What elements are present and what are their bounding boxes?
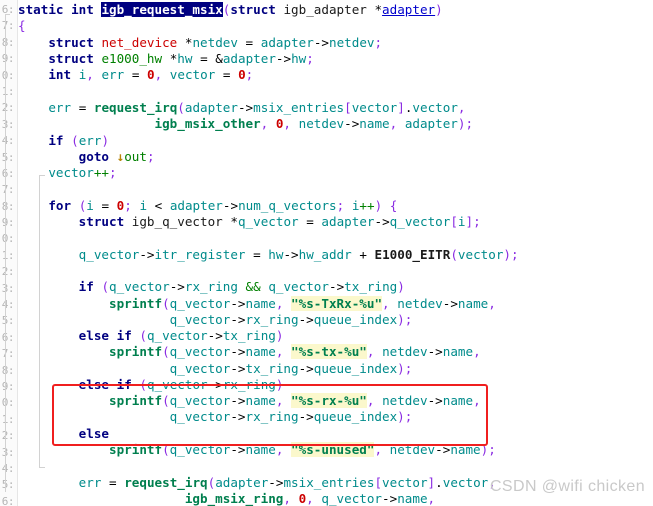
gutter-line-number: 5:: [1, 478, 15, 492]
gutter-line-number: 0:: [1, 232, 15, 246]
gutter-line-number: 5:: [1, 314, 15, 328]
code-line[interactable]: sprintf(q_vector->name, "%s-rx-%u", netd…: [18, 393, 481, 409]
code-line[interactable]: struct e1000_hw *hw = &adapter->hw;: [18, 51, 314, 67]
adapter-parameter-link[interactable]: adapter: [382, 2, 435, 17]
gutter-line-number: 2:: [1, 429, 15, 443]
goto-label[interactable]: out: [124, 149, 147, 164]
gutter-line-number: 4:: [1, 461, 15, 475]
line-number-gutter[interactable]: 6: 7: 8: 9: 0: 1: 2: 3: 4: 5: 6: 7: 8: 9: 0: 1: 2: 3: 4: 5:…: [0, 0, 18, 506]
gutter-line-number: 1:: [1, 248, 15, 262]
gutter-line-number: 2:: [1, 101, 15, 115]
gutter-line-number: 6:: [1, 494, 15, 506]
code-line[interactable]: if (q_vector->rx_ring && q_vector->tx_ri…: [18, 279, 405, 295]
gutter-line-number: 6:: [1, 166, 15, 180]
code-line[interactable]: else if (q_vector->rx_ring): [18, 377, 284, 393]
gutter-line-number: 2:: [1, 265, 15, 279]
gutter-line-number: 7:: [1, 183, 15, 197]
code-line[interactable]: sprintf(q_vector->name, "%s-unused", net…: [18, 442, 496, 458]
code-line[interactable]: err = request_irq(adapter->msix_entries[…: [18, 100, 465, 116]
code-line[interactable]: goto ↓out;: [18, 149, 155, 165]
gutter-line-number: 7:: [1, 347, 15, 361]
code-line[interactable]: sprintf(q_vector->name, "%s-TxRx-%u", ne…: [18, 296, 496, 312]
gutter-line-number: 3:: [1, 281, 15, 295]
code-area[interactable]: static int igb_request_msix(struct igb_a…: [18, 0, 653, 506]
string-literal[interactable]: "%s-TxRx-%u": [291, 296, 383, 311]
code-line[interactable]: q_vector->itr_register = hw->hw_addr + E…: [18, 247, 519, 263]
code-line[interactable]: static int igb_request_msix(struct igb_a…: [18, 2, 443, 18]
gutter-line-number: 7:: [1, 19, 15, 33]
gutter-line-number: 1:: [1, 412, 15, 426]
gutter-line-number: 0:: [1, 396, 15, 410]
selected-symbol-highlight[interactable]: igb_request_msix: [101, 2, 223, 17]
gutter-line-number: 4:: [1, 298, 15, 312]
gutter-line-number: 6:: [1, 3, 15, 16]
fold-guide-rail-function: [5, 14, 6, 492]
string-literal[interactable]: "%s-tx-%u": [291, 344, 367, 359]
gutter-line-number: 3:: [1, 117, 15, 131]
code-line[interactable]: q_vector->rx_ring->queue_index);: [18, 409, 413, 425]
gutter-line-number: 8:: [1, 199, 15, 213]
code-line[interactable]: err = request_irq(adapter->msix_entries[…: [18, 475, 496, 491]
gutter-line-number: 4:: [1, 134, 15, 148]
gutter-line-number: 0:: [1, 68, 15, 82]
code-line[interactable]: struct igb_q_vector *q_vector = adapter-…: [18, 214, 481, 230]
gutter-line-number: 8:: [1, 35, 15, 49]
string-literal[interactable]: "%s-rx-%u": [291, 393, 367, 408]
code-line[interactable]: int i, err = 0, vector = 0;: [18, 67, 253, 83]
gutter-line-number: 9:: [1, 379, 15, 393]
code-editor-screenshot: 6: 7: 8: 9: 0: 1: 2: 3: 4: 5: 6: 7: 8: 9: 0: 1: 2: 3: 4: 5:…: [0, 0, 653, 506]
code-line[interactable]: {: [18, 18, 26, 34]
gutter-line-number: 8:: [1, 363, 15, 377]
code-line[interactable]: for (i = 0; i < adapter->num_q_vectors; …: [18, 198, 397, 214]
code-line[interactable]: q_vector->rx_ring->queue_index);: [18, 312, 413, 328]
gutter-line-number: 3:: [1, 445, 15, 459]
watermark-text: CSDN @wifi chicken: [489, 478, 645, 495]
fold-guide-cap-function-top: [5, 14, 10, 15]
code-line[interactable]: if (err): [18, 133, 109, 149]
gutter-line-number: 9:: [1, 216, 15, 230]
gutter-line-numbers: 6: 7: 8: 9: 0: 1: 2: 3: 4: 5: 6: 7: 8: 9: 0: 1: 2: 3: 4: 5:…: [1, 0, 15, 506]
code-line[interactable]: igb_msix_ring, 0, q_vector->name,: [18, 491, 435, 506]
gutter-line-number: 5:: [1, 150, 15, 164]
gutter-line-number: 9:: [1, 52, 15, 66]
code-line[interactable]: struct net_device *netdev = adapter->net…: [18, 35, 382, 51]
code-line[interactable]: vector++;: [18, 165, 116, 181]
code-line[interactable]: else if (q_vector->tx_ring): [18, 328, 284, 344]
gutter-line-number: 1:: [1, 84, 15, 98]
code-line[interactable]: igb_msix_other, 0, netdev->name, adapter…: [18, 116, 473, 132]
string-literal[interactable]: "%s-unused": [291, 442, 375, 457]
code-line[interactable]: else: [18, 426, 109, 442]
code-line[interactable]: sprintf(q_vector->name, "%s-tx-%u", netd…: [18, 344, 481, 360]
code-line[interactable]: q_vector->tx_ring->queue_index);: [18, 361, 413, 377]
gutter-line-number: 6:: [1, 330, 15, 344]
